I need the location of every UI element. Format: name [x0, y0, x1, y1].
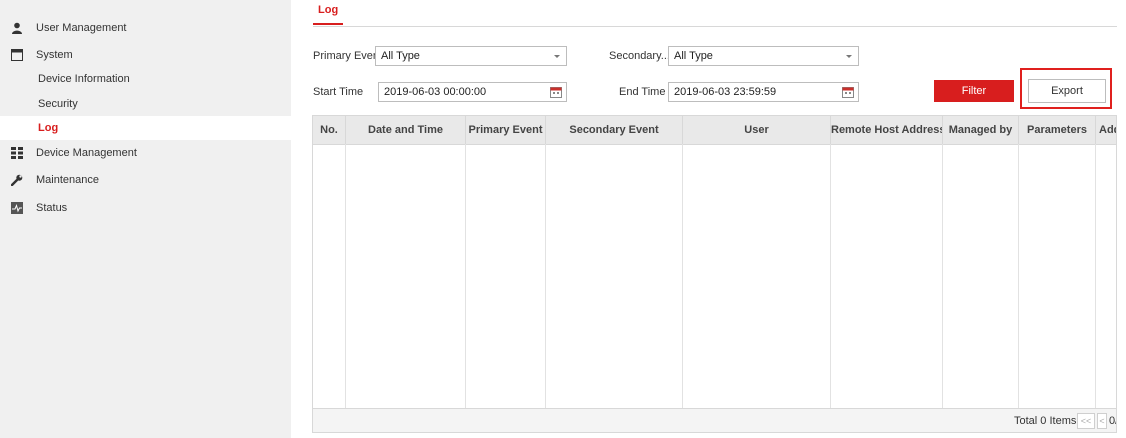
column-header-secondary-event[interactable]: Secondary Event	[546, 116, 683, 144]
end-time-input[interactable]: 2019-06-03 23:59:59	[668, 82, 859, 102]
prev-page-button[interactable]: <	[1097, 413, 1107, 429]
sidebar-item-label: System	[36, 49, 73, 61]
secondary-event-label: Secondary...	[609, 50, 670, 62]
sidebar-item-system[interactable]: System	[0, 43, 291, 67]
sidebar-item-label: Device Management	[36, 147, 137, 159]
column-header-parameters[interactable]: Parameters	[1019, 116, 1096, 144]
column-header-primary-event[interactable]: Primary Event	[466, 116, 546, 144]
chevron-down-icon	[846, 55, 852, 58]
page-indicator: 0/0	[1109, 415, 1116, 427]
column-header-date-time[interactable]: Date and Time	[346, 116, 466, 144]
calendar-icon[interactable]	[550, 86, 562, 98]
sidebar-item-device-management[interactable]: Device Management	[0, 141, 291, 165]
sidebar-item-status[interactable]: Status	[0, 196, 291, 220]
sidebar: User Management System Device Informatio…	[0, 0, 291, 438]
column-divider	[1095, 144, 1096, 408]
sidebar-item-label: Maintenance	[36, 174, 99, 186]
column-header-managed-by[interactable]: Managed by	[943, 116, 1019, 144]
pulse-icon	[10, 202, 23, 215]
grid-icon	[10, 147, 23, 160]
column-divider	[942, 144, 943, 408]
sidebar-item-label: Status	[36, 202, 68, 214]
secondary-event-value: All Type	[674, 50, 713, 62]
column-header-additional[interactable]: Additi	[1096, 116, 1116, 144]
secondary-event-select[interactable]: All Type	[668, 46, 859, 66]
sidebar-item-user-management[interactable]: User Management	[0, 16, 291, 40]
chevron-down-icon	[554, 55, 560, 58]
user-icon	[10, 22, 23, 35]
end-time-label: End Time	[619, 86, 666, 98]
table-footer: Total 0 Items << < 0/0	[313, 408, 1116, 432]
start-time-label: Start Time	[313, 86, 364, 98]
tab-log[interactable]: Log	[313, 0, 344, 25]
log-table: No. Date and Time Primary Event Secondar…	[312, 115, 1117, 433]
filter-button[interactable]: Filter	[934, 80, 1014, 102]
sidebar-item-device-information[interactable]: Device Information	[0, 67, 291, 91]
export-button[interactable]: Export	[1028, 79, 1106, 103]
sidebar-item-maintenance[interactable]: Maintenance	[0, 168, 291, 192]
column-header-no[interactable]: No.	[313, 116, 346, 144]
wrench-icon	[10, 174, 23, 187]
column-divider	[545, 144, 546, 408]
column-divider	[345, 144, 346, 408]
column-divider	[830, 144, 831, 408]
start-time-input[interactable]: 2019-06-03 00:00:00	[378, 82, 567, 102]
sidebar-item-label: Log	[38, 122, 59, 134]
primary-event-select[interactable]: All Type	[375, 46, 567, 66]
start-time-value: 2019-06-03 00:00:00	[384, 86, 487, 98]
sidebar-item-label: User Management	[36, 22, 127, 34]
sidebar-item-security[interactable]: Security	[0, 92, 291, 116]
total-items: Total 0 Items	[1014, 415, 1077, 427]
end-time-value: 2019-06-03 23:59:59	[674, 86, 777, 98]
column-divider	[465, 144, 466, 408]
first-page-button[interactable]: <<	[1077, 413, 1095, 429]
sidebar-item-label: Device Information	[38, 73, 130, 85]
column-divider	[1018, 144, 1019, 408]
primary-event-label: Primary Event	[313, 50, 383, 62]
column-divider	[682, 144, 683, 408]
sidebar-item-label: Security	[38, 98, 78, 110]
window-icon	[10, 49, 23, 62]
table-header: No. Date and Time Primary Event Secondar…	[313, 116, 1116, 145]
column-header-user[interactable]: User	[683, 116, 831, 144]
column-header-remote-host[interactable]: Remote Host Address	[831, 116, 943, 144]
sidebar-item-log[interactable]: Log	[0, 116, 291, 140]
primary-event-value: All Type	[381, 50, 420, 62]
calendar-icon[interactable]	[842, 86, 854, 98]
tab-bar: Log	[313, 0, 1117, 27]
